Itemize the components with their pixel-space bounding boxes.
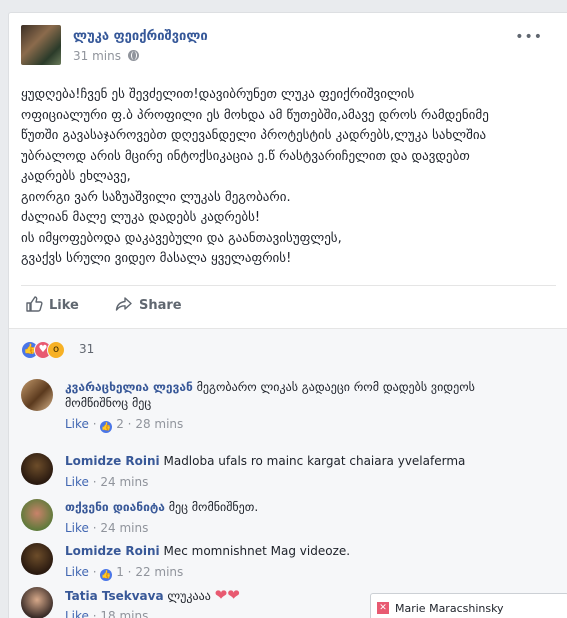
divider: [21, 285, 556, 286]
comment-text: Mec momnishnet Mag videoze.: [163, 544, 351, 558]
comment-body: კვარაცხელია ლევან მეგობარო ლიკას გადაეცი…: [65, 379, 535, 411]
comment-meta: Like · 👍 2 · 28 mins: [65, 417, 184, 433]
share-label: Share: [139, 298, 182, 313]
author-name[interactable]: ლუკა ფეიქრიშვილი: [73, 29, 208, 44]
comment-meta: Like · 👍 1 · 22 mins: [65, 565, 184, 581]
like-icon: 👍: [100, 421, 113, 433]
post-line: ყუდღება!ჩვენ ეს შევძელით!დავიბრუნეთ ლუკა…: [21, 87, 415, 102]
thumbs-up-icon: [26, 296, 43, 312]
post-card: ლუკა ფეიქრიშვილი 31 mins ••• ყუდღება!ჩვე…: [8, 12, 567, 618]
close-icon[interactable]: ✕: [377, 602, 389, 614]
comment-like-link[interactable]: Like: [65, 475, 89, 489]
author-avatar[interactable]: [21, 25, 61, 65]
commenter-avatar[interactable]: [21, 543, 53, 575]
like-label: Like: [49, 298, 79, 313]
post-line: ის იმყოფებოდა დაკავებული და გაანთავისუფლ…: [21, 230, 342, 246]
post-line: წუთში გავასაჯაროვებთ დღევანდელი პროტესტი…: [21, 128, 487, 143]
comment-time[interactable]: 24 mins: [100, 475, 148, 489]
commenter-avatar[interactable]: [21, 587, 53, 618]
post-line: ძალიან მალე ლუკა დადებს კადრებს!: [21, 210, 261, 225]
chat-contact-name[interactable]: Marie Maracshinsky: [395, 602, 504, 615]
action-bar: Like Share: [21, 289, 556, 321]
commenter-name[interactable]: Lomidze Roini: [65, 454, 160, 468]
like-icon: 👍: [100, 569, 113, 581]
post-line: კადრებს ეხლავე,: [21, 169, 131, 184]
comment-text: Madloba ufals ro mainc kargat chaiara yv…: [163, 454, 466, 468]
post-line: გვაქვს სრული ვიდეო მასალა ყველაფრის!: [21, 251, 292, 266]
commenter-name[interactable]: კვარაცხელია ლევან: [65, 380, 193, 394]
like-button[interactable]: Like: [25, 295, 79, 313]
post-line: უბრალოდ არის მცირე ინტოქსიკაცია ე.წ რასტ…: [21, 148, 470, 164]
commenter-name[interactable]: Tatia Tsekvava: [65, 589, 164, 603]
comment-time[interactable]: 24 mins: [100, 521, 148, 535]
post-line: ოფიციალური ფ.ბ პროფილი ეს მოხდა ამ წუთებ…: [21, 107, 489, 123]
globe-icon: [127, 50, 139, 61]
comment-time[interactable]: 28 mins: [135, 417, 183, 431]
commenter-name[interactable]: თქვენი დიანიტა: [65, 500, 165, 514]
comment-like-link[interactable]: Like: [65, 565, 89, 579]
comment-meta: Like · 24 mins: [65, 521, 149, 535]
chat-tab[interactable]: ✕ Marie Maracshinsky: [370, 593, 567, 618]
comment-body: Lomidze Roini Mec momnishnet Mag videoze…: [65, 543, 535, 559]
commenter-avatar[interactable]: [21, 499, 53, 531]
share-arrow-icon: [115, 297, 132, 311]
comment-likes-count[interactable]: 1: [116, 565, 124, 579]
post-body: ყუდღება!ჩვენ ეს შევძელით!დავიბრუნეთ ლუკა…: [21, 85, 556, 270]
comment-text: მეგობარო ლიკას გადაეცი რომ დადებს ვიდეოს: [196, 380, 475, 394]
post-line: გიორგი ვარ საზუაშვილი ლუკას მეგობარი.: [21, 189, 291, 205]
comment-text: მეც მომნიშნეთ.: [168, 500, 259, 514]
post-header: ლუკა ფეიქრიშვილი 31 mins •••: [21, 25, 551, 69]
comment-body: Lomidze Roini Madloba ufals ro mainc kar…: [65, 453, 535, 469]
wow-icon: o: [47, 341, 65, 359]
more-options-button[interactable]: •••: [515, 29, 543, 45]
heart-icon: ❤❤: [214, 586, 240, 604]
post-time[interactable]: 31 mins: [73, 49, 139, 63]
reactions-count[interactable]: 31: [79, 342, 94, 356]
comment-like-link[interactable]: Like: [65, 417, 89, 431]
commenter-avatar[interactable]: [21, 453, 53, 485]
post-time-label[interactable]: 31 mins: [73, 49, 121, 63]
comment-body: თქვენი დიანიტა მეც მომნიშნეთ.: [65, 499, 535, 515]
comment-meta: Like · 24 mins: [65, 475, 149, 489]
commenter-avatar[interactable]: [21, 379, 53, 411]
commenter-name[interactable]: Lomidze Roini: [65, 544, 160, 558]
comment-text: ლუკააა: [167, 589, 211, 603]
comment-text-cont: მომწიშნოც მეც: [65, 396, 152, 410]
share-button[interactable]: Share: [115, 295, 182, 313]
comments-section: 👍 ♥ o 31 კვარაცხელია ლევან მეგობარო ლიკა…: [9, 328, 567, 618]
comment-time[interactable]: 22 mins: [135, 565, 183, 579]
comment-like-link[interactable]: Like: [65, 521, 89, 535]
comment-likes-count[interactable]: 2: [116, 417, 124, 431]
